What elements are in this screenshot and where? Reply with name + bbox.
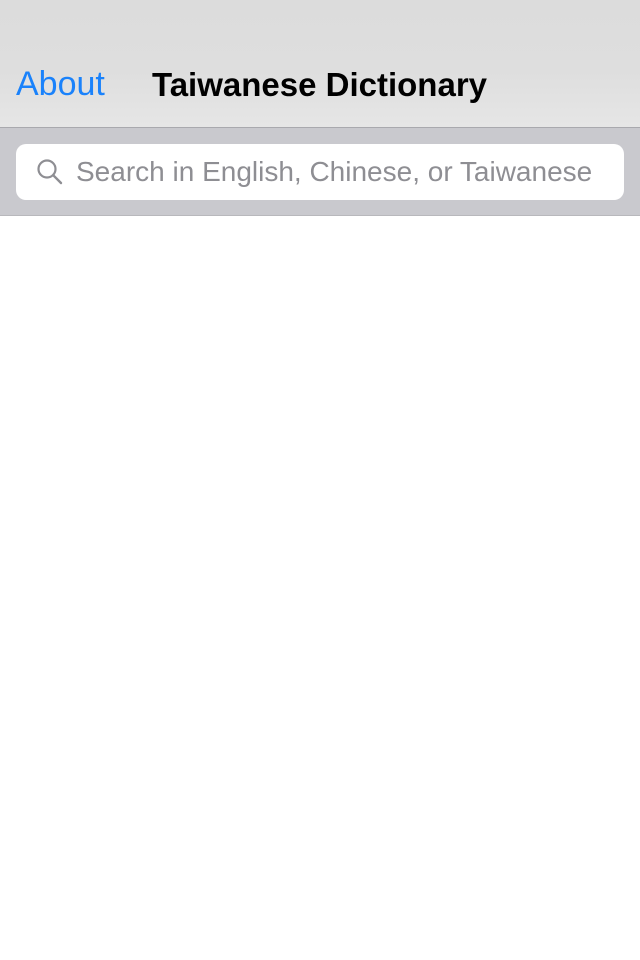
page-title: Taiwanese Dictionary: [152, 66, 488, 103]
search-icon: [36, 158, 64, 186]
search-field[interactable]: [16, 144, 624, 200]
results-list[interactable]: [0, 216, 640, 960]
app-screen: About Taiwanese Dictionary: [0, 0, 640, 960]
about-button[interactable]: About: [16, 62, 105, 106]
search-input[interactable]: [76, 144, 616, 200]
navigation-bar: About Taiwanese Dictionary: [0, 0, 640, 128]
search-bar: [0, 128, 640, 216]
